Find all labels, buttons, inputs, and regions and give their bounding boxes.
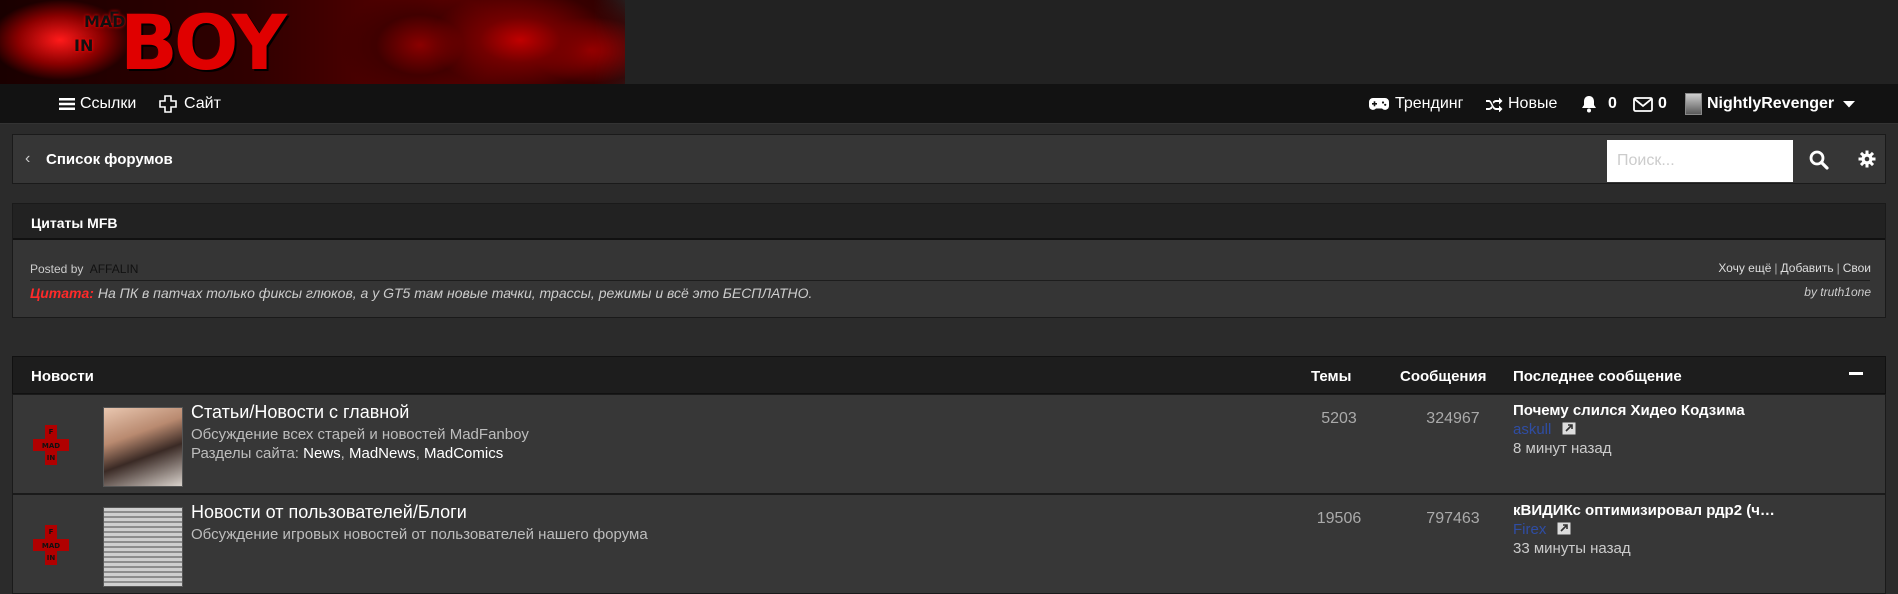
forum-thumbnail[interactable]: [103, 407, 183, 487]
forum-posts-count: 324967: [1426, 410, 1480, 427]
forum-description: Обсуждение игровых новостей от пользоват…: [191, 526, 648, 543]
nav-trending-link[interactable]: Трендинг: [1368, 84, 1463, 124]
last-post-title[interactable]: кВИДИКс оптимизировал рдр2 (ч…: [1513, 502, 1813, 519]
quote-label: Цитата:: [30, 285, 94, 301]
gamepad-cross-icon: [159, 95, 177, 113]
quote-source: by truth1one: [1804, 285, 1871, 299]
nav-links-label: Ссылки: [80, 95, 137, 112]
nav-links-menu[interactable]: Ссылки: [59, 84, 136, 124]
username: NightlyRevenger: [1707, 95, 1835, 112]
quotes-panel: Цитаты MFB Posted by AFFALIN Хочу ещё | До…: [12, 203, 1886, 318]
quote-links: Хочу ещё | Добавить | Свои: [1718, 261, 1871, 275]
logo-boy-text: BOY: [120, 0, 287, 87]
forum-title[interactable]: Статьи/Новости с главной: [191, 402, 409, 423]
category-title[interactable]: Новости: [31, 368, 94, 385]
subforum-link-madcomics[interactable]: MadComics: [424, 445, 503, 462]
caret-down-icon: [1843, 101, 1856, 108]
last-post-username[interactable]: askull: [1513, 421, 1551, 438]
forum-thumbnail[interactable]: [103, 507, 183, 587]
forum-category-header: Новости Темы Сообщения Последнее сообщен…: [12, 356, 1886, 394]
last-post-username[interactable]: Firex: [1513, 521, 1546, 538]
svg-text:MAD: MAD: [42, 542, 60, 550]
forum-row[interactable]: F MAD IN Новости от пользователей/Блоги …: [12, 494, 1886, 594]
collapse-icon[interactable]: [1849, 372, 1863, 375]
gamepad-icon: [1369, 98, 1389, 110]
breadcrumb-forum-list[interactable]: Список форумов: [46, 151, 173, 168]
last-post-time: 8 минут назад: [1513, 440, 1612, 457]
quote-more-link[interactable]: Хочу ещё: [1718, 261, 1771, 275]
forum-status-icon: F MAD IN: [33, 525, 69, 565]
search-button[interactable]: [1809, 150, 1829, 170]
quote-add-link[interactable]: Добавить: [1781, 261, 1834, 275]
forum-description: Обсуждение всех старей и новостей MadFan…: [191, 426, 529, 443]
forum-title[interactable]: Новости от пользователей/Блоги: [191, 502, 467, 523]
nav-new-label: Новые: [1508, 95, 1558, 112]
column-topics: Темы: [1311, 368, 1352, 385]
last-post-time: 33 минуты назад: [1513, 540, 1631, 557]
banner-artwork: F MAD IN BOY: [0, 0, 625, 87]
messages-button[interactable]: 0: [1633, 84, 1667, 124]
nav-trending-label: Трендинг: [1395, 95, 1464, 112]
column-last-post: Последнее сообщение: [1513, 368, 1682, 385]
svg-text:F: F: [49, 428, 54, 436]
svg-text:IN: IN: [47, 454, 56, 462]
forum-topics-count: 19506: [1316, 510, 1362, 527]
breadcrumb-back-arrow[interactable]: ‹: [25, 150, 30, 168]
settings-button[interactable]: [1858, 150, 1878, 170]
nav-site-link[interactable]: Сайт: [157, 84, 221, 124]
envelope-icon: [1633, 96, 1653, 112]
quote-mine-link[interactable]: Свои: [1843, 261, 1871, 275]
avatar: [1685, 93, 1702, 115]
last-post-title[interactable]: Почему слился Хидео Кодзима: [1513, 402, 1813, 419]
forum-posts-count: 797463: [1426, 510, 1480, 527]
quote-posted-by: Posted by AFFALIN: [30, 262, 138, 276]
quotes-title: Цитаты MFB: [31, 215, 118, 231]
posted-by-label: Posted by: [30, 262, 84, 276]
forum-topics-count: 5203: [1321, 410, 1357, 427]
subforum-link-news[interactable]: News: [303, 445, 341, 462]
last-post-author: Firex: [1513, 521, 1571, 538]
quote-text: Цитата: На ПК в патчах только фиксы глюко…: [30, 285, 812, 301]
messages-count: 0: [1658, 95, 1667, 112]
nav-site-label: Сайт: [184, 95, 221, 112]
subforums-label: Разделы сайта:: [191, 445, 299, 462]
user-menu[interactable]: NightlyRevenger: [1685, 84, 1856, 124]
svg-text:MAD: MAD: [42, 442, 60, 450]
site-banner: F MAD IN BOY: [0, 0, 1898, 87]
separator: |: [1774, 261, 1778, 275]
breadcrumb: ‹ Список форумов: [12, 134, 1886, 184]
forum-row[interactable]: F MAD IN Статьи/Новости с главной Обсужд…: [12, 394, 1886, 494]
search-input[interactable]: [1607, 140, 1793, 182]
notifications-count: 0: [1608, 95, 1617, 112]
svg-text:IN: IN: [47, 554, 56, 562]
search-icon: [1809, 150, 1829, 170]
column-posts: Сообщения: [1400, 368, 1487, 385]
subforum-link-madnews[interactable]: MadNews: [349, 445, 416, 462]
go-to-post-icon[interactable]: [1562, 422, 1576, 435]
separator: |: [1836, 261, 1840, 275]
forum-status-icon: F MAD IN: [33, 425, 69, 465]
forum-subforums: Разделы сайта: News, MadNews, MadComics: [191, 445, 504, 462]
last-post-author: askull: [1513, 421, 1576, 438]
svg-text:F: F: [49, 528, 54, 536]
quotes-header: Цитаты MFB: [13, 204, 1885, 240]
bell-icon: [1582, 96, 1596, 113]
shuffle-icon: [1486, 97, 1503, 112]
go-to-post-icon[interactable]: [1557, 522, 1571, 535]
hamburger-icon: [59, 98, 75, 110]
notifications-button[interactable]: 0: [1581, 84, 1617, 124]
quote-body: На ПК в патчах только фиксы глюков, а у …: [97, 285, 813, 301]
quote-author[interactable]: AFFALIN: [90, 262, 139, 276]
top-navbar: Ссылки Сайт Трендинг Новые 0 0 NightlyRe…: [0, 84, 1898, 124]
site-logo[interactable]: F MAD IN: [14, 6, 134, 76]
gear-icon: [1858, 150, 1876, 168]
nav-new-link[interactable]: Новые: [1485, 84, 1557, 124]
quote-divider: [30, 280, 1870, 281]
logo-letters-in: IN: [74, 36, 94, 55]
